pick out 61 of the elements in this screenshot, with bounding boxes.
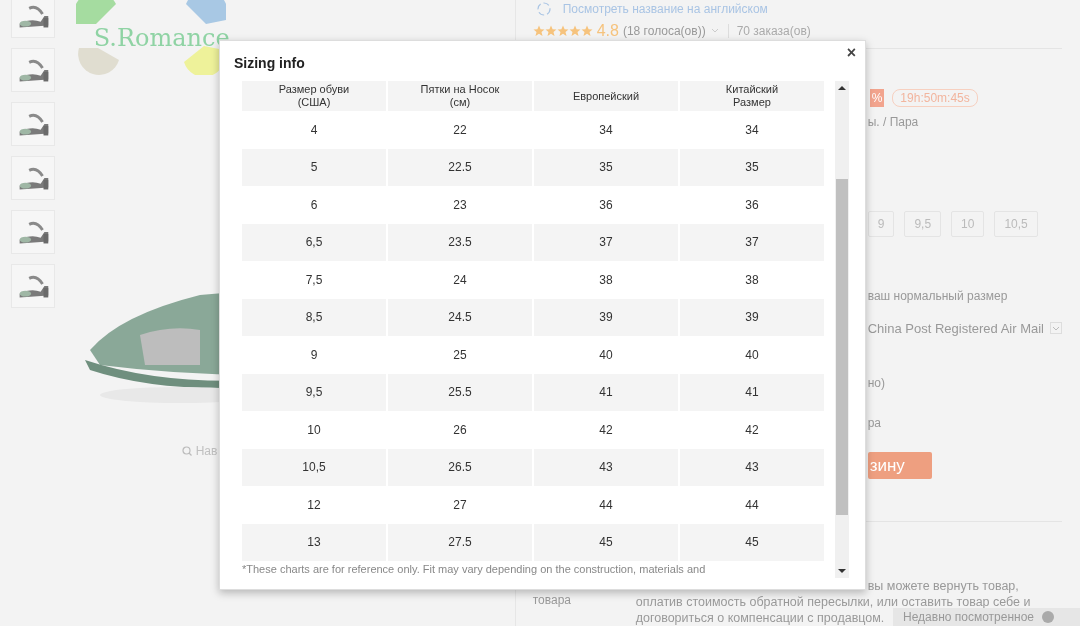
return-text: вы можете вернуть товар, bbox=[867, 578, 1019, 594]
logo-text: S.Romance bbox=[93, 23, 230, 54]
return-text: договориться о компенсации с продавцом. bbox=[635, 610, 885, 626]
table-cell: 6,5 bbox=[242, 223, 386, 261]
column-header: Пятки на Носок (см) bbox=[388, 81, 532, 111]
discount-badge: % bbox=[869, 88, 885, 107]
footnote: *These charts are for reference only. Fit may vary depending on the construction, materials and bbox=[242, 563, 707, 576]
table-cell: 41 bbox=[534, 373, 678, 411]
unit-text: ы. / Пара bbox=[867, 113, 919, 131]
scrollbar-thumb[interactable] bbox=[836, 179, 848, 515]
info-text: ра bbox=[867, 415, 882, 433]
table-cell: 35 bbox=[680, 148, 824, 186]
table-cell: 27.5 bbox=[388, 523, 532, 561]
timer-badge: 19h:50m:45s bbox=[892, 88, 978, 107]
table-cell: 37 bbox=[534, 223, 678, 261]
column-header: Китайский Размер bbox=[680, 81, 824, 111]
star-icon bbox=[580, 25, 593, 37]
cart-button[interactable]: зину bbox=[867, 452, 932, 480]
size-option[interactable]: 10 bbox=[951, 210, 985, 237]
column-header: Европейский bbox=[534, 81, 678, 111]
table-cell: 39 bbox=[680, 298, 824, 336]
table-cell: 35 bbox=[534, 148, 678, 186]
return-text: оплатив стоимость обратной пересылки, или оставить товар себе и bbox=[635, 594, 1031, 610]
size-option[interactable]: 9,5 bbox=[904, 210, 942, 237]
table-cell: 45 bbox=[534, 523, 678, 561]
translate-link[interactable]: Посмотреть название на английском bbox=[562, 0, 768, 18]
table-cell: 39 bbox=[534, 298, 678, 336]
star-icon bbox=[568, 25, 581, 37]
info-text: но) bbox=[867, 375, 885, 393]
search-icon bbox=[181, 446, 192, 456]
order-count: 70 заказа(ов) bbox=[736, 23, 811, 40]
star-icon bbox=[532, 25, 545, 37]
return-label: товара bbox=[532, 593, 571, 608]
table-cell: 9,5 bbox=[242, 373, 386, 411]
table-cell: 43 bbox=[680, 448, 824, 486]
table-cell: 43 bbox=[534, 448, 678, 486]
collapse-icon bbox=[1042, 611, 1055, 623]
size-option[interactable]: 10,5 bbox=[994, 210, 1038, 237]
table-cell: 10,5 bbox=[242, 448, 386, 486]
table-cell: 25.5 bbox=[388, 373, 532, 411]
table-cell: 41 bbox=[680, 373, 824, 411]
size-hint: ваш нормальный размер bbox=[867, 287, 1008, 305]
table-cell: 45 bbox=[680, 523, 824, 561]
table-cell: 8,5 bbox=[242, 298, 386, 336]
rating-score: 4.8 bbox=[596, 21, 619, 41]
table-cell: 5 bbox=[242, 148, 386, 186]
column-header: Размер обуви (США) bbox=[242, 81, 386, 111]
table-cell: 23.5 bbox=[388, 223, 532, 261]
vote-count: (18 голоса(ов)) bbox=[622, 23, 706, 40]
close-button[interactable]: × bbox=[846, 45, 856, 61]
dialog-title: Sizing info bbox=[234, 54, 305, 73]
recently-viewed-tab[interactable]: Недавно посмотренное bbox=[893, 608, 1080, 626]
shipping-method: China Post Registered Air Mail bbox=[867, 319, 1044, 338]
table-cell: 13 bbox=[242, 523, 386, 561]
table-cell: 37 bbox=[680, 223, 824, 261]
table-cell: 24.5 bbox=[388, 298, 532, 336]
scrollbar[interactable] bbox=[835, 81, 849, 578]
table-cell: 26.5 bbox=[388, 448, 532, 486]
star-icon bbox=[544, 25, 557, 37]
star-icon bbox=[556, 25, 569, 37]
table-cell: 22.5 bbox=[388, 148, 532, 186]
